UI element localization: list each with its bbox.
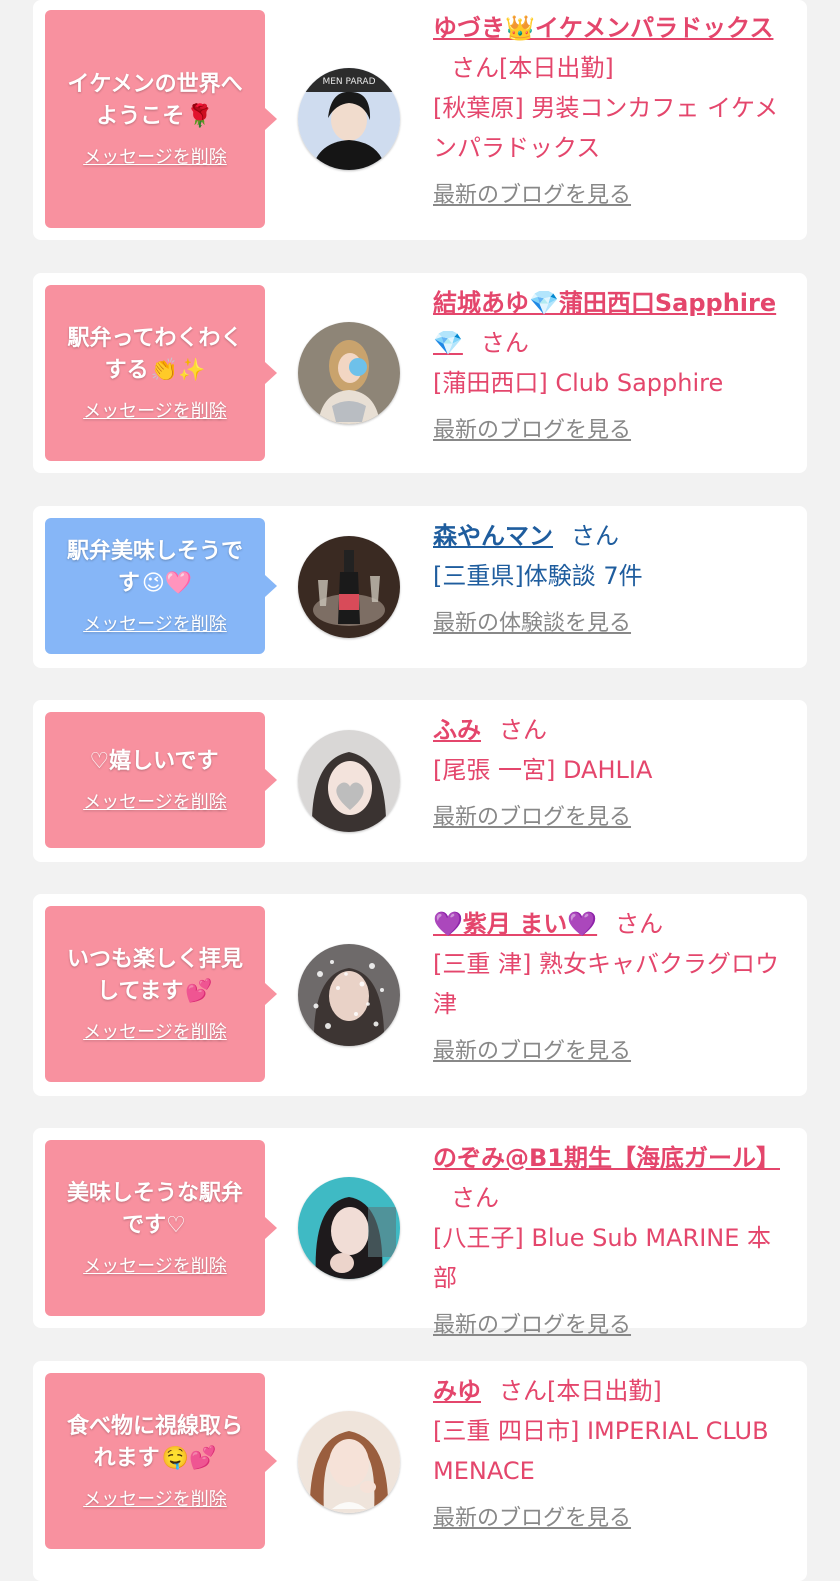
message-bubble: イケメンの世界へようこそ🌹 メッセージを削除	[45, 10, 277, 228]
latest-blog-link[interactable]: 最新のブログを見る	[433, 411, 631, 451]
message-card: 食べ物に視線取られます🤤💕 メッセージを削除 みゆ さん[本日出勤] [三重 四日…	[33, 1361, 807, 1581]
svg-text:MEN PARAD: MEN PARAD	[322, 77, 375, 87]
shop-name: [八王子] Blue Sub MARINE 本部	[433, 1224, 772, 1292]
message-card: 美味しそうな駅弁です♡ メッセージを削除 のぞみ@B1期生【海底ガール】さん […	[33, 1128, 807, 1338]
profile-name-link[interactable]: みゆ	[433, 1377, 481, 1405]
message-feed: イケメンの世界へようこそ🌹 メッセージを削除 MEN PARAD ゆづき👑イケメ…	[0, 0, 840, 1581]
shop-name: [秋葉原] 男装コンカフェ イケメンパラドックス	[433, 94, 779, 162]
latest-blog-link[interactable]: 最新のブログを見る	[433, 798, 631, 838]
profile-name-link[interactable]: ふみ	[433, 716, 481, 744]
profile-info: 森やんマン さん [三重県]体験談 7件 最新の体験談を見る	[433, 516, 793, 644]
honorific: さん	[615, 910, 664, 938]
message-card: 駅弁ってわくわくする👏✨ メッセージを削除 結城あゆ💎蒲田西口Sapphire💎…	[33, 273, 807, 473]
latest-blog-link[interactable]: 最新のブログを見る	[433, 176, 631, 216]
message-bubble: 食べ物に視線取られます🤤💕 メッセージを削除	[45, 1373, 277, 1549]
profile-info: 結城あゆ💎蒲田西口Sapphire💎 さん [蒲田西口] Club Sapphir…	[433, 283, 793, 451]
message-emoji: 💕	[185, 979, 213, 1004]
latest-review-link[interactable]: 最新の体験談を見る	[433, 604, 631, 644]
delete-message-link[interactable]: メッセージを削除	[83, 1252, 227, 1278]
message-bubble: いつも楽しく拝見してます💕 メッセージを削除	[45, 906, 277, 1082]
shop-name: [尾張 一宮] DAHLIA	[433, 756, 653, 784]
message-text: 食べ物に視線取られます	[66, 1414, 243, 1471]
delete-message-link[interactable]: メッセージを削除	[83, 143, 227, 169]
shop-name: [三重 津] 熟女キャバクラグロウ津	[433, 950, 779, 1018]
shop-name: [三重 四日市] IMPERIAL CLUB MENACE	[433, 1417, 769, 1485]
message-text: いつも楽しく拝見してます	[66, 947, 243, 1004]
latest-blog-link[interactable]: 最新のブログを見る	[433, 1306, 631, 1346]
message-emoji: 😉🩷	[141, 571, 193, 596]
profile-name-link[interactable]: 💜紫月 まい💜	[433, 910, 597, 938]
message-text: ♡嬉しいです	[89, 749, 219, 774]
honorific: さん	[451, 54, 499, 82]
avatar[interactable]	[298, 1177, 400, 1279]
message-card: イケメンの世界へようこそ🌹 メッセージを削除 MEN PARAD ゆづき👑イケメ…	[33, 0, 807, 240]
avatar[interactable]	[298, 322, 400, 424]
message-bubble: ♡嬉しいです メッセージを削除	[45, 712, 277, 848]
honorific: さん	[571, 522, 619, 550]
delete-message-link[interactable]: メッセージを削除	[83, 788, 227, 814]
message-emoji: 👏✨	[150, 358, 206, 383]
profile-info: のぞみ@B1期生【海底ガール】さん [八王子] Blue Sub MARINE …	[433, 1138, 793, 1346]
profile-info: 💜紫月 まい💜 さん [三重 津] 熟女キャバクラグロウ津 最新のブログを見る	[433, 904, 793, 1072]
honorific: さん	[480, 329, 529, 357]
profile-name-link[interactable]: ゆづき👑イケメンパラドックス	[433, 14, 773, 42]
message-emoji: 🌹	[186, 104, 214, 129]
honorific: さん	[499, 716, 547, 744]
profile-info: みゆ さん[本日出勤] [三重 四日市] IMPERIAL CLUB MENACE…	[433, 1371, 793, 1539]
avatar[interactable]	[298, 536, 400, 638]
attendance-status: [本日出勤]	[499, 54, 614, 82]
honorific: さん	[451, 1184, 499, 1212]
message-bubble: 駅弁ってわくわくする👏✨ メッセージを削除	[45, 285, 277, 461]
message-text: 美味しそうな駅弁です♡	[66, 1181, 243, 1238]
shop-name: [蒲田西口] Club Sapphire	[433, 369, 724, 397]
avatar[interactable]	[298, 944, 400, 1046]
avatar[interactable]: MEN PARAD	[298, 68, 400, 170]
message-card: 駅弁美味しそうです😉🩷 メッセージを削除 森やんマン さん [三重県]体験談 7件…	[33, 506, 807, 668]
delete-message-link[interactable]: メッセージを削除	[83, 1485, 227, 1511]
profile-info: ふみ さん [尾張 一宮] DAHLIA 最新のブログを見る	[433, 710, 793, 838]
delete-message-link[interactable]: メッセージを削除	[83, 1018, 227, 1044]
message-card: ♡嬉しいです メッセージを削除 ふみ さん [尾張 一宮] DAHLIA 最新のブ…	[33, 700, 807, 862]
message-emoji: 🤤💕	[161, 1446, 217, 1471]
delete-message-link[interactable]: メッセージを削除	[83, 397, 227, 423]
latest-blog-link[interactable]: 最新のブログを見る	[433, 1499, 631, 1539]
message-text: イケメンの世界へようこそ	[67, 72, 243, 129]
avatar[interactable]	[298, 730, 400, 832]
message-bubble: 駅弁美味しそうです😉🩷 メッセージを削除	[45, 518, 277, 654]
message-bubble: 美味しそうな駅弁です♡ メッセージを削除	[45, 1140, 277, 1316]
profile-name-link[interactable]: 森やんマン	[433, 522, 553, 550]
profile-name-link[interactable]: のぞみ@B1期生【海底ガール】	[433, 1144, 780, 1172]
honorific: さん	[499, 1377, 547, 1405]
latest-blog-link[interactable]: 最新のブログを見る	[433, 1032, 631, 1072]
message-card: いつも楽しく拝見してます💕 メッセージを削除 💜紫月 まい💜 さん [三重 津] …	[33, 894, 807, 1096]
delete-message-link[interactable]: メッセージを削除	[83, 610, 227, 636]
shop-name: [三重県]体験談 7件	[433, 562, 643, 590]
avatar[interactable]	[298, 1411, 400, 1513]
attendance-status: [本日出勤]	[547, 1377, 662, 1405]
profile-info: ゆづき👑イケメンパラドックスさん[本日出勤] [秋葉原] 男装コンカフェ イケメ…	[433, 8, 793, 216]
